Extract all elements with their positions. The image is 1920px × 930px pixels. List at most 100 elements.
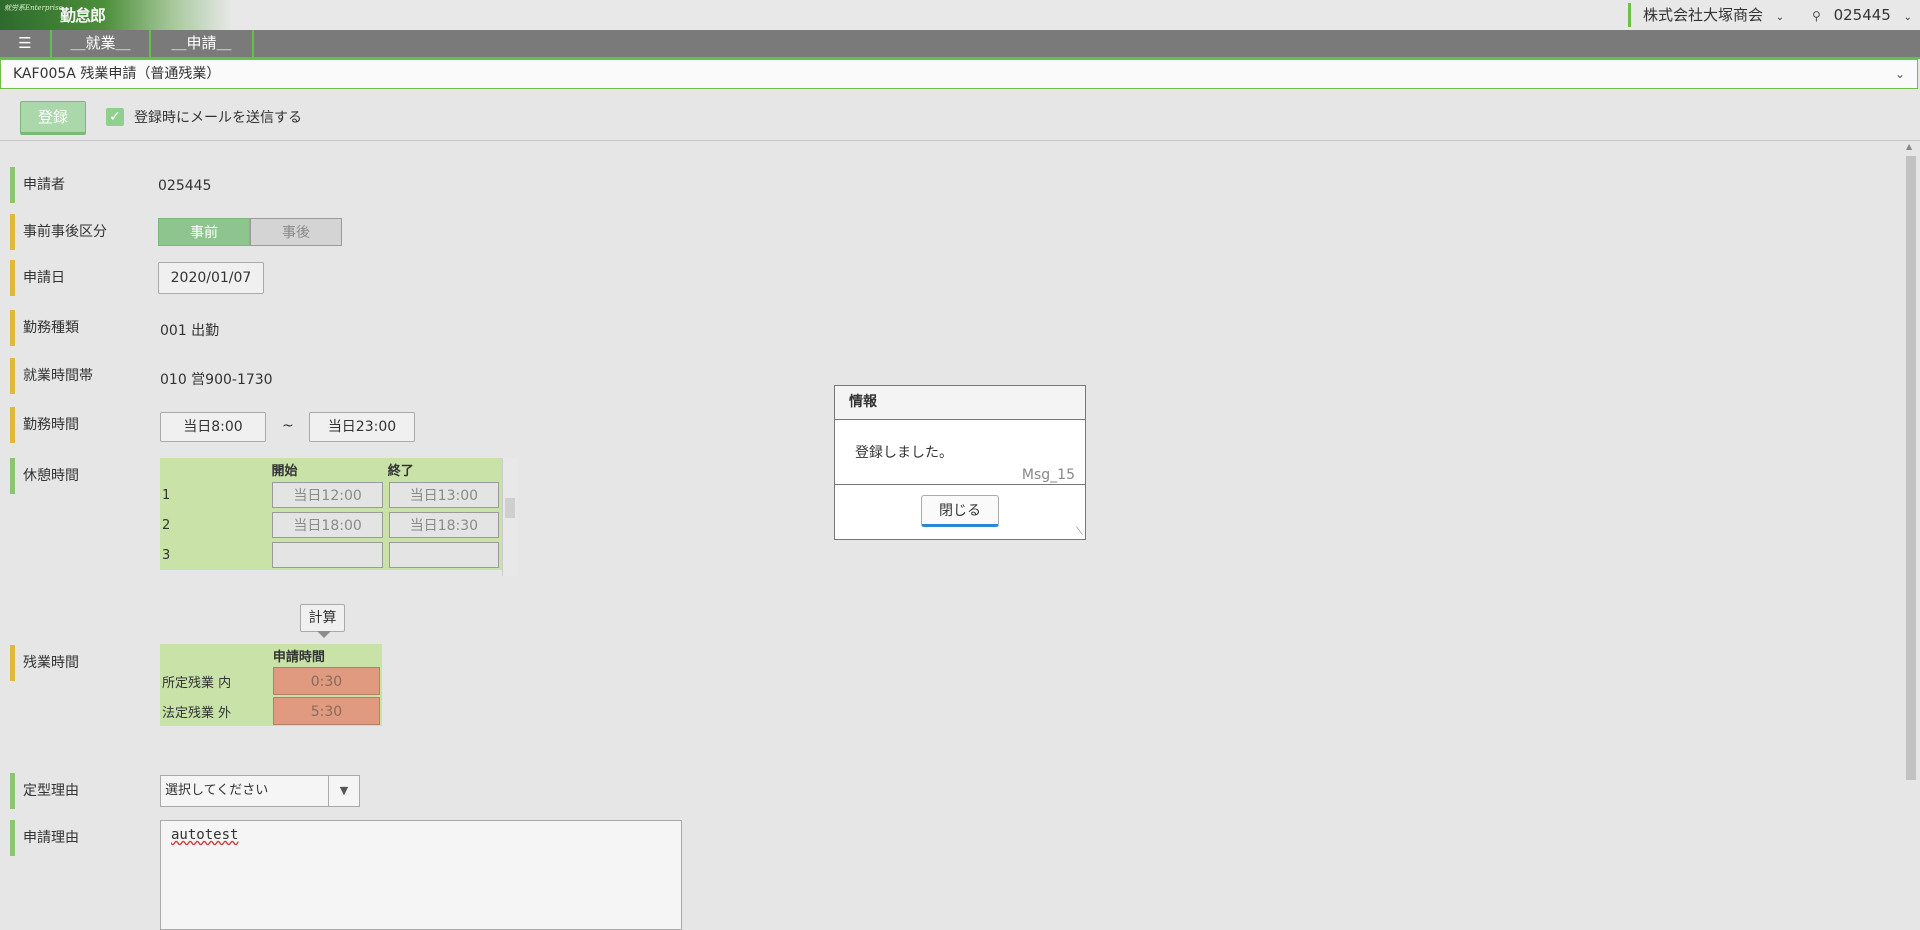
page-title: KAF005A 残業申請（普通残業） [13,66,221,82]
user-id: 025445 [1833,6,1891,24]
fixed-reason-placeholder: 選択してください [165,783,269,798]
chevron-down-icon: ⌄ [1775,12,1785,23]
overtime-value[interactable]: 0:30 [272,667,380,695]
app-logo[interactable]: 就労系Enterprise 勤怠郎 [0,0,232,30]
prepost-option-after[interactable]: 事後 [250,218,342,246]
break-end-input[interactable]: 当日13:00 [388,482,499,508]
scrollbar-thumb[interactable] [1906,156,1916,780]
info-dialog: 情報 登録しました。 Msg_15 閉じる ⃥ [834,385,1086,540]
break-start-input[interactable]: 当日18:00 [272,512,383,538]
worktype-label: 勤務種類 [23,320,79,336]
dialog-message: 登録しました。 [855,445,953,461]
table-row: 1 当日12:00 当日13:00 [160,480,502,510]
break-start-input[interactable]: 当日12:00 [272,482,383,508]
reason-text: autotest [171,827,239,843]
toolbar: 登録 ✓ 登録時にメールを送信する [0,90,1920,141]
chevron-down-icon[interactable]: ⌄ [1895,60,1905,88]
overtime-value-cell: 0:30 [270,666,382,696]
company-name: 株式会社大塚商会 [1643,6,1764,24]
overtime-value[interactable]: 5:30 [272,697,380,725]
field-marker [10,820,15,856]
overtime-type: 法定残業 外 [160,696,271,726]
overtime-value-cell: 5:30 [270,696,382,726]
dialog-divider [835,484,1085,485]
grid-header-no [160,458,270,480]
break-row-no: 3 [160,540,270,570]
top-bar: 就労系Enterprise 勤怠郎 株式会社大塚商会 ⌄ ⚲ 025445 ⌄ [0,0,1920,30]
work-start-input[interactable]: 当日8:00 [160,412,266,442]
send-mail-label: 登録時にメールを送信する [134,110,302,126]
break-start-cell: 当日12:00 [269,480,386,510]
reason-textarea[interactable]: autotest [160,820,682,930]
break-grid-scrollbar[interactable] [502,458,518,576]
work-end-input[interactable]: 当日23:00 [309,412,415,442]
nav-item-application[interactable]: ＿申請＿ [151,30,254,57]
send-mail-checkbox[interactable]: ✓ [106,108,124,126]
worktime-label: 就業時間帯 [23,368,93,384]
field-marker [10,260,15,296]
worktime-value: 010 営900-1730 [160,372,273,388]
company-selector[interactable]: 株式会社大塚商会 ⌄ [1628,3,1784,27]
break-label: 休憩時間 [23,468,79,484]
tilde-separator: ~ [282,418,294,434]
applicant-value: 025445 [158,178,212,194]
dialog-header[interactable]: 情報 [835,386,1085,420]
break-row-no: 2 [160,510,270,540]
break-end-cell: 当日18:30 [385,510,502,540]
user-menu[interactable]: ⚲ 025445 ⌄ [1812,3,1912,27]
date-input[interactable]: 2020/01/07 [158,262,264,294]
calculate-button[interactable]: 計算 [300,604,345,638]
dialog-message-code: Msg_15 [1021,467,1075,483]
overtime-type: 所定残業 内 [160,666,271,696]
nav-item-work[interactable]: ＿就業＿ [52,30,151,57]
register-button[interactable]: 登録 [20,101,86,133]
logo-title: 勤怠郎 [60,6,106,25]
date-label: 申請日 [23,270,65,286]
fixed-reason-select[interactable]: 選択してください ▼ [160,775,360,807]
field-marker [10,310,15,346]
field-marker [10,773,15,809]
dropdown-arrow-icon[interactable]: ▼ [328,776,359,806]
break-time-grid: 開始 終了 1 当日12:00 当日13:00 2 当日18:00 当日18:3… [160,458,502,570]
table-row: 法定残業 外 5:30 [160,696,382,726]
logo-subtitle: 就労系Enterprise [4,4,63,12]
break-start-input[interactable] [272,542,383,568]
worktype-value: 001 出勤 [160,323,220,339]
hamburger-menu-icon[interactable]: ☰ [0,30,52,57]
break-start-cell: 当日18:00 [269,510,386,540]
break-end-cell [385,540,502,570]
break-end-input[interactable]: 当日18:30 [388,512,499,538]
table-row: 3 [160,540,502,570]
scrollbar-thumb[interactable] [505,498,515,518]
workhours-label: 勤務時間 [23,417,79,433]
field-marker [10,358,15,394]
fixed-reason-label: 定型理由 [23,783,79,799]
field-marker [10,407,15,443]
break-end-cell: 当日13:00 [385,480,502,510]
break-start-cell [269,540,386,570]
prepost-option-before[interactable]: 事前 [158,218,250,246]
grid-header-blank [160,644,271,666]
field-marker [10,167,15,203]
applicant-label: 申請者 [23,177,65,193]
user-icon: ⚲ [1812,9,1821,23]
overtime-label: 残業時間 [23,655,79,671]
prepost-label: 事前事後区分 [23,224,107,240]
overtime-grid: 申請時間 所定残業 内 0:30 法定残業 外 5:30 [160,644,382,726]
table-row: 所定残業 内 0:30 [160,666,382,696]
field-marker [10,214,15,250]
grid-header-end: 終了 [385,458,502,480]
scroll-up-arrow-icon[interactable]: ▲ [1906,142,1912,151]
field-marker [10,645,15,681]
main-nav: ☰ ＿就業＿ ＿申請＿ [0,30,1920,59]
page-title-bar[interactable]: KAF005A 残業申請（普通残業） ⌄ [0,59,1918,89]
page-scrollbar[interactable]: ▲ [1904,142,1918,925]
grid-header-request-time: 申請時間 [270,644,382,666]
field-marker [10,458,15,494]
table-row: 2 当日18:00 当日18:30 [160,510,502,540]
close-button[interactable]: 閉じる [921,495,999,527]
menu-glyph: ☰ [18,34,32,52]
break-end-input[interactable] [388,542,499,568]
chevron-down-icon: ⌄ [1903,12,1913,23]
break-row-no: 1 [160,480,270,510]
